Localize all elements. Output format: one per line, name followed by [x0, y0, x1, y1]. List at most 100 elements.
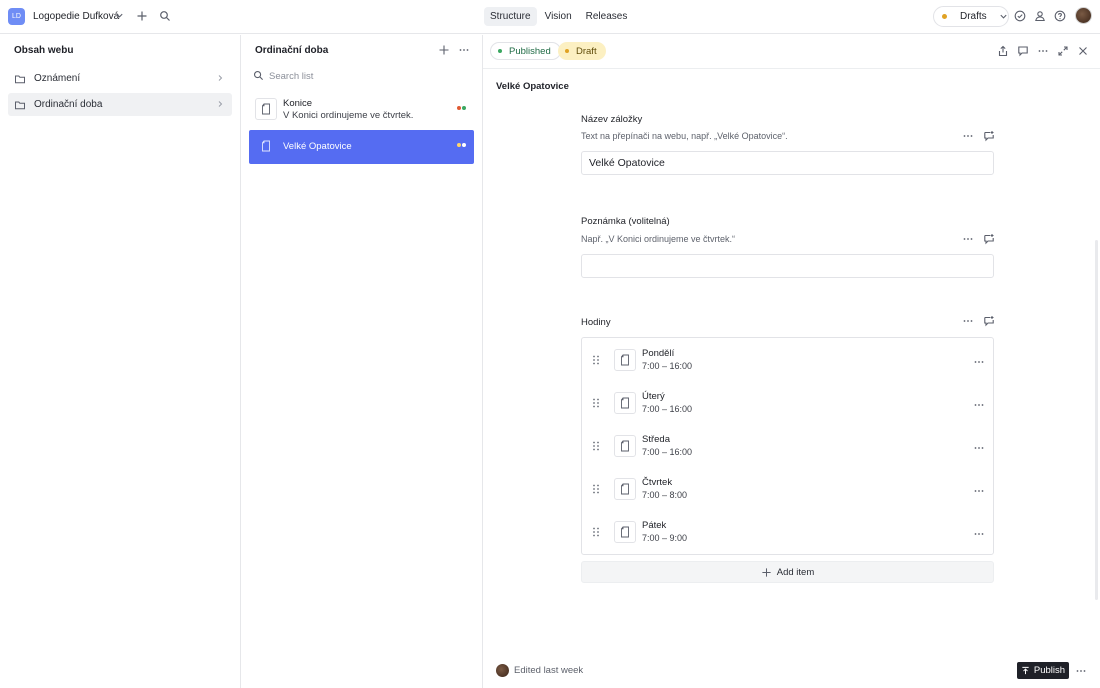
- workspace-avatar[interactable]: LD: [8, 8, 25, 25]
- more-icon[interactable]: [973, 485, 985, 497]
- list-item-subtitle: V Konici ordinujeme ve čtvrtek.: [283, 110, 414, 121]
- chevron-down-icon: [999, 12, 1008, 21]
- scrollbar[interactable]: [1095, 240, 1098, 600]
- more-icon[interactable]: [973, 356, 985, 368]
- help-icon[interactable]: [1054, 10, 1066, 22]
- hours-array: Pondělí 7:00 – 16:00 Úterý 7:00 – 16:00 …: [581, 337, 994, 555]
- more-icon[interactable]: [973, 528, 985, 540]
- hours-item[interactable]: Čtvrtek 7:00 – 8:00: [582, 469, 993, 512]
- draft-badge[interactable]: Draft: [558, 42, 606, 60]
- drafts-status-dot: [942, 14, 947, 19]
- field-label-hours: Hodiny: [581, 317, 611, 328]
- hours-item-day: Pátek: [642, 520, 667, 531]
- list-item-konice[interactable]: Konice V Konici ordinujeme ve čtvrtek.: [249, 93, 474, 127]
- publish-label: Publish: [1033, 665, 1066, 676]
- comment-icon[interactable]: [1017, 45, 1029, 57]
- pane-title: Obsah webu: [14, 45, 74, 56]
- more-icon[interactable]: [973, 442, 985, 454]
- workspace-name[interactable]: Logopedie Dufková: [33, 11, 119, 22]
- last-edited-text: Edited last week: [514, 665, 584, 676]
- list-item-velke-opatovice[interactable]: Velké Opatovice: [249, 130, 474, 164]
- list-item-title: Velké Opatovice: [283, 141, 352, 152]
- more-icon[interactable]: [962, 233, 974, 245]
- more-icon[interactable]: [1037, 45, 1049, 57]
- hours-item-time: 7:00 – 16:00: [642, 404, 693, 414]
- pane-title: Ordinační doba: [255, 45, 329, 56]
- share-icon[interactable]: [997, 45, 1009, 57]
- document-title: Velké Opatovice: [496, 81, 569, 92]
- users-icon[interactable]: [1034, 10, 1046, 22]
- add-comment-icon[interactable]: [983, 233, 995, 245]
- search-icon[interactable]: [159, 10, 171, 22]
- document-icon: [255, 98, 277, 120]
- add-document-button[interactable]: [136, 10, 148, 22]
- document-icon: [614, 435, 636, 457]
- add-document-button[interactable]: [438, 44, 450, 56]
- drag-handle-icon[interactable]: [592, 398, 600, 408]
- folder-icon: [14, 73, 26, 85]
- plus-icon: [761, 567, 772, 578]
- hours-item-time: 7:00 – 16:00: [642, 361, 693, 371]
- drag-handle-icon[interactable]: [592, 441, 600, 451]
- published-badge[interactable]: Published: [490, 42, 561, 60]
- structure-item-ordinacni-doba[interactable]: Ordinační doba: [8, 93, 232, 116]
- structure-item-oznameni[interactable]: Oznámení: [8, 67, 232, 90]
- close-icon[interactable]: [1077, 45, 1089, 57]
- note-input[interactable]: [581, 254, 994, 278]
- field-actions: [962, 130, 995, 142]
- document-icon: [255, 135, 277, 157]
- editor-avatar: [496, 664, 509, 677]
- draft-label: Draft: [576, 45, 597, 57]
- more-icon[interactable]: [962, 315, 974, 327]
- add-item-button[interactable]: Add item: [581, 561, 994, 583]
- chevron-right-icon: [216, 100, 224, 108]
- top-bar: LD Logopedie Dufková Structure Vision Re…: [0, 0, 1100, 34]
- field-description-tab-name: Text na přepínači na webu, např. „Velké …: [581, 131, 788, 141]
- hours-item-time: 7:00 – 9:00: [642, 533, 688, 543]
- more-icon[interactable]: [973, 399, 985, 411]
- document-status: [457, 143, 466, 147]
- more-icon[interactable]: [458, 44, 470, 56]
- add-comment-icon[interactable]: [983, 315, 995, 327]
- document-icon: [614, 521, 636, 543]
- document-icon: [614, 349, 636, 371]
- field-actions: [962, 315, 995, 327]
- tab-releases[interactable]: Releases: [580, 7, 634, 26]
- more-icon[interactable]: [962, 130, 974, 142]
- hours-item[interactable]: Středa 7:00 – 16:00: [582, 426, 993, 469]
- expand-icon[interactable]: [1057, 45, 1069, 57]
- hours-item[interactable]: Pátek 7:00 – 9:00: [582, 512, 993, 555]
- document-icon: [614, 392, 636, 414]
- hours-item[interactable]: Úterý 7:00 – 16:00: [582, 383, 993, 426]
- status-dot: [565, 49, 569, 53]
- hours-item-day: Pondělí: [642, 348, 675, 359]
- add-comment-icon[interactable]: [983, 130, 995, 142]
- published-label: Published: [509, 45, 551, 57]
- check-circle-icon[interactable]: [1014, 10, 1026, 22]
- tab-structure[interactable]: Structure: [484, 7, 537, 26]
- search-list-input[interactable]: [269, 68, 459, 84]
- perspective-label: Drafts: [960, 11, 987, 22]
- drag-handle-icon[interactable]: [592, 484, 600, 494]
- status-dot: [498, 49, 502, 53]
- search-icon: [253, 70, 264, 81]
- tab-name-input[interactable]: [581, 151, 994, 175]
- user-avatar[interactable]: [1075, 7, 1092, 24]
- folder-icon: [14, 99, 26, 111]
- add-item-label: Add item: [776, 566, 815, 578]
- perspective-select[interactable]: Drafts: [933, 6, 1009, 27]
- document-editor-pane: Published Draft Velké Opatovice Název zá…: [483, 35, 1100, 688]
- structure-item-label: Oznámení: [34, 73, 81, 84]
- status-dot: [462, 106, 466, 110]
- more-icon[interactable]: [1075, 665, 1087, 677]
- publish-button[interactable]: Publish: [1017, 662, 1069, 679]
- hours-item[interactable]: Pondělí 7:00 – 16:00: [582, 340, 993, 383]
- hours-item-day: Čtvrtek: [642, 477, 673, 488]
- drag-handle-icon[interactable]: [592, 527, 600, 537]
- tab-vision[interactable]: Vision: [539, 7, 578, 26]
- document-status: [457, 106, 466, 110]
- field-label-tab-name: Název záložky: [581, 114, 643, 125]
- drag-handle-icon[interactable]: [592, 355, 600, 365]
- chevron-down-icon[interactable]: [115, 11, 124, 20]
- field-label-note: Poznámka (volitelná): [581, 216, 670, 227]
